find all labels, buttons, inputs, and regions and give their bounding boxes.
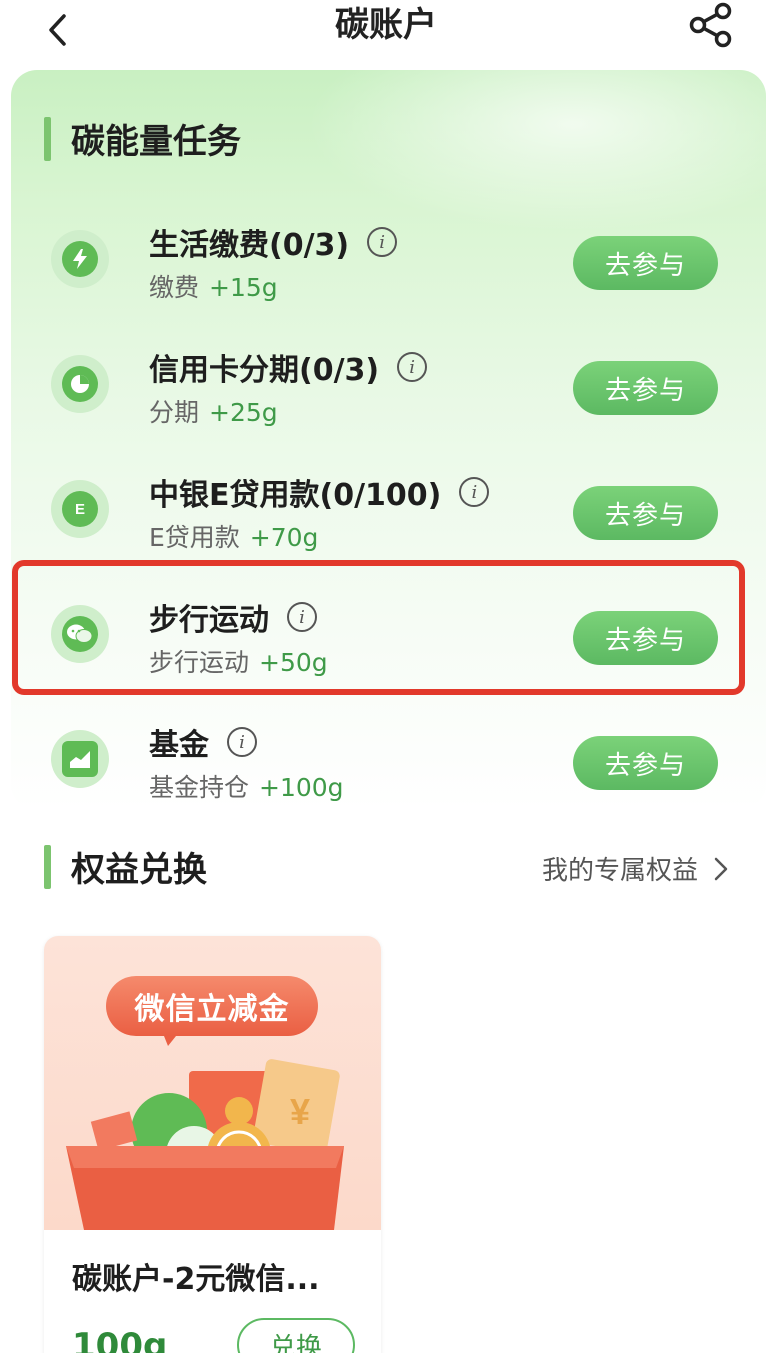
task-sub-label: 缴费 — [149, 273, 200, 302]
task-subtitle: 基金持仓 +100g — [149, 768, 344, 804]
info-icon[interactable]: i — [227, 727, 257, 757]
task-row-e-loan: E 中银E贷用款(0/100) i E贷用款 +70g 去参与 — [11, 460, 766, 570]
fund-chart-icon — [51, 730, 109, 788]
my-rights-link[interactable]: 我的专属权益 — [542, 850, 732, 887]
e-loan-icon: E — [51, 480, 109, 538]
top-bar: 碳账户 — [0, 0, 772, 66]
info-icon[interactable]: i — [459, 477, 490, 507]
gift-box-illustration: ¥ — [66, 1036, 344, 1230]
task-row-fund: 基金 i 基金持仓 +100g 去参与 — [11, 710, 766, 810]
pie-clock-icon — [51, 355, 109, 413]
carbon-task-card: 碳能量任务 生活缴费(0/3) i 缴费 +15g 去参与 信用卡分期(0/3) … — [11, 70, 766, 810]
tasks-section-title: 碳能量任务 — [71, 122, 241, 162]
task-name: 基金 — [149, 728, 209, 763]
drop-lightning-icon — [51, 230, 109, 288]
tasks-section-header: 碳能量任务 — [44, 114, 241, 163]
share-button[interactable] — [686, 0, 736, 50]
task-reward: +100g — [259, 773, 344, 802]
task-subtitle: E贷用款 +70g — [149, 518, 318, 554]
task-name: 生活缴费(0/3) — [149, 228, 350, 263]
svg-text:E: E — [75, 501, 85, 518]
task-reward: +15g — [209, 273, 278, 302]
info-icon[interactable]: i — [397, 352, 428, 382]
task-name: 中银E贷用款(0/100) — [149, 478, 442, 513]
join-button[interactable]: 去参与 — [573, 736, 718, 790]
task-subtitle: 缴费 +15g — [149, 268, 278, 304]
svg-text:¥: ¥ — [290, 1091, 310, 1132]
chevron-right-icon — [714, 857, 728, 880]
product-card[interactable]: 微信立减金 ¥ 碳账户-2元微信... 100g 兑换 — [44, 936, 381, 1353]
task-sub-label: E贷用款 — [149, 523, 240, 552]
task-row-credit-installment: 信用卡分期(0/3) i 分期 +25g 去参与 — [11, 335, 766, 445]
task-sub-label: 基金持仓 — [149, 773, 250, 802]
product-title: 碳账户-2元微信... — [72, 1262, 320, 1297]
highlight-frame — [12, 560, 745, 695]
task-row-bill-payment: 生活缴费(0/3) i 缴费 +15g 去参与 — [11, 210, 766, 320]
share-icon — [689, 2, 732, 48]
exchange-button[interactable]: 兑换 — [237, 1318, 355, 1353]
my-rights-label: 我的专属权益 — [541, 856, 698, 886]
section-accent-bar — [44, 844, 51, 889]
task-reward: +70g — [249, 523, 319, 552]
task-sub-label: 分期 — [149, 398, 200, 427]
section-accent-bar — [44, 116, 51, 161]
join-button[interactable]: 去参与 — [573, 361, 718, 415]
product-image: 微信立减金 ¥ — [44, 936, 381, 1230]
rights-section-header: 权益兑换 — [44, 842, 207, 891]
page-title: 碳账户 — [335, 5, 437, 45]
join-button[interactable]: 去参与 — [573, 486, 718, 540]
join-button[interactable]: 去参与 — [573, 236, 718, 290]
info-icon[interactable]: i — [367, 227, 398, 257]
task-subtitle: 分期 +25g — [149, 393, 278, 429]
task-name: 信用卡分期(0/3) — [149, 353, 380, 388]
rights-section-title: 权益兑换 — [71, 850, 207, 890]
task-reward: +25g — [209, 398, 278, 427]
product-price: 100g — [72, 1326, 168, 1353]
